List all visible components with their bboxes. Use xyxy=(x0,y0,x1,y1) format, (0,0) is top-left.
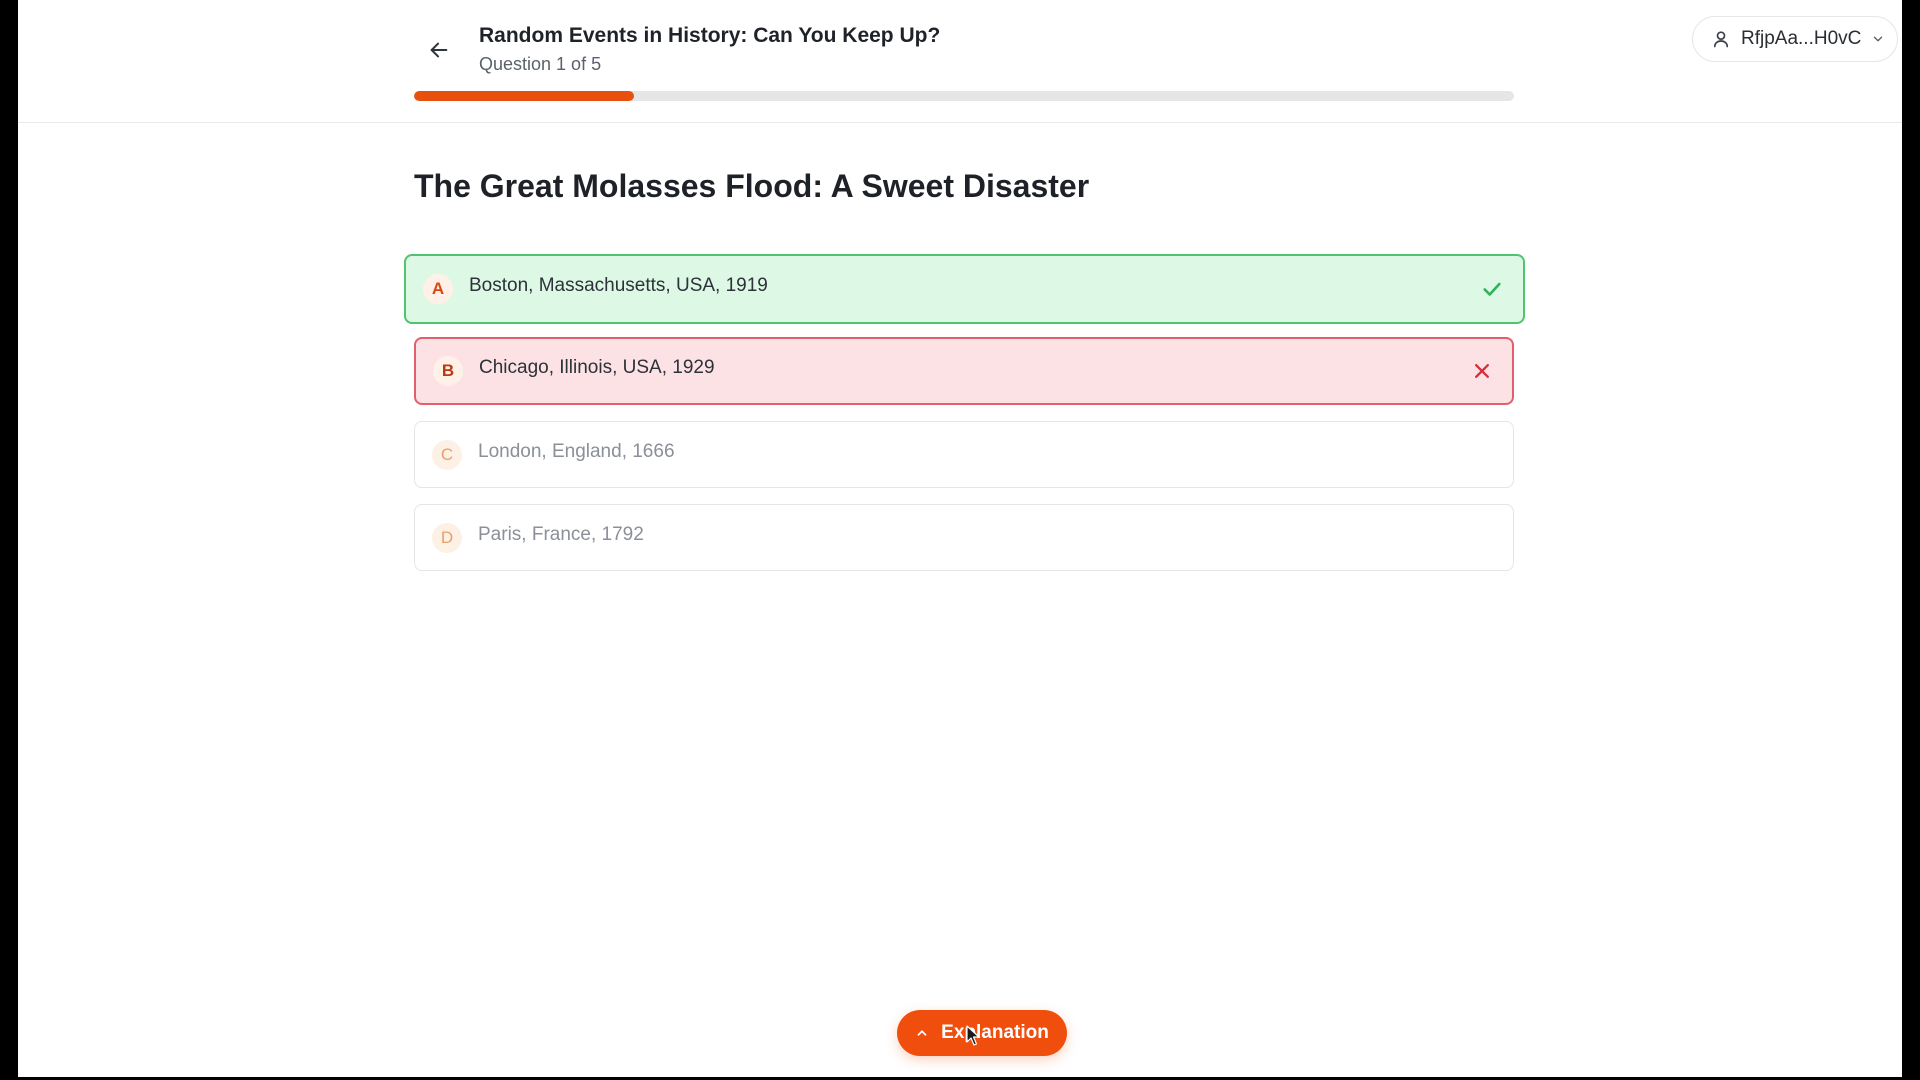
progress-bar-fill xyxy=(414,91,634,101)
arrow-left-icon xyxy=(430,42,448,58)
user-menu-button[interactable]: RfjpAa...H0vC xyxy=(1692,16,1898,62)
chevron-up-icon xyxy=(915,1026,929,1040)
question-counter: Question 1 of 5 xyxy=(479,54,602,74)
option-letter-badge: A xyxy=(423,274,453,304)
option-text: Boston, Massachusetts, USA, 1919 xyxy=(469,275,768,296)
back-button[interactable] xyxy=(421,32,457,68)
user-icon xyxy=(1713,31,1729,48)
explanation-label: Explanation xyxy=(941,1022,1049,1043)
username-label: RfjpAa...H0vC xyxy=(1741,28,1862,49)
answer-option-b[interactable]: B Chicago, Illinois, USA, 1929 xyxy=(414,337,1514,405)
quiz-page: Random Events in History: Can You Keep U… xyxy=(18,0,1902,1077)
option-text: Paris, France, 1792 xyxy=(478,523,644,545)
option-text: London, England, 1666 xyxy=(478,440,675,462)
close-icon xyxy=(1472,361,1492,381)
question-title: The Great Molasses Flood: A Sweet Disast… xyxy=(414,168,1090,204)
mouse-cursor-icon xyxy=(966,1025,980,1046)
option-text: Chicago, Illinois, USA, 1929 xyxy=(479,357,715,378)
answer-option-a[interactable]: A Boston, Massachusetts, USA, 1919 xyxy=(404,254,1525,324)
quiz-title: Random Events in History: Can You Keep U… xyxy=(479,24,941,47)
chevron-down-icon xyxy=(1871,32,1885,46)
check-icon xyxy=(1481,278,1503,300)
option-letter-badge: D xyxy=(432,522,462,553)
explanation-button[interactable]: Explanation xyxy=(897,1010,1067,1056)
progress-bar xyxy=(414,91,1514,101)
option-letter-badge: B xyxy=(433,356,463,386)
answer-option-d[interactable]: D Paris, France, 1792 xyxy=(414,504,1514,571)
header-bar: Random Events in History: Can You Keep U… xyxy=(18,0,1902,123)
answer-option-c[interactable]: C London, England, 1666 xyxy=(414,421,1514,488)
option-letter-badge: C xyxy=(432,439,462,470)
